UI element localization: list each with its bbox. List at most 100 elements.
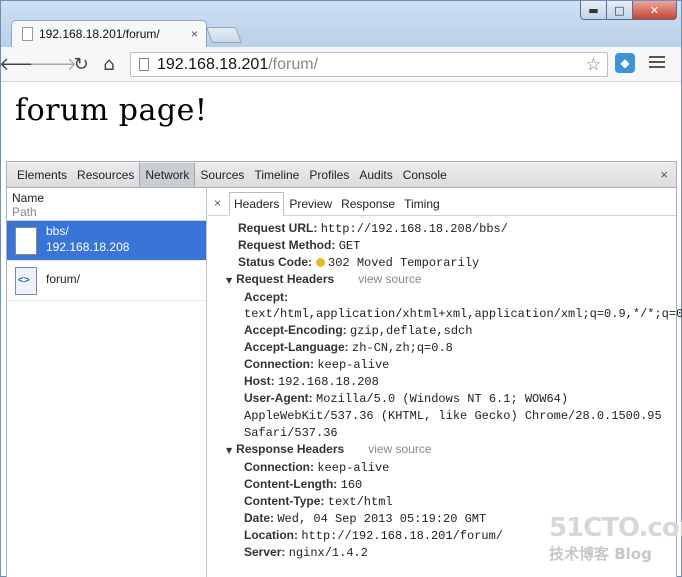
header-value: zh-CN,zh;q=0.8 xyxy=(352,341,453,355)
tab-audits[interactable]: Audits xyxy=(354,163,397,187)
header-value: keep-alive xyxy=(317,358,390,372)
window-controls: ▬ □ ✕ xyxy=(580,1,677,21)
watermark-line2: 技术博客 Blog xyxy=(549,545,652,563)
header-key: User-Agent: xyxy=(244,391,313,405)
tab-timing[interactable]: Timing xyxy=(400,193,444,215)
browser-toolbar: 🡐 🡒 ↻ ⌂ 192.168.18.201/forum/ ☆ ◆ xyxy=(0,47,681,82)
forward-button[interactable]: 🡒 xyxy=(29,51,77,77)
tab-resources[interactable]: Resources xyxy=(72,163,139,187)
request-row[interactable]: bbs/ 192.168.18.208 xyxy=(7,221,206,261)
header-key: Status Code: xyxy=(238,255,313,269)
address-bar[interactable]: 192.168.18.201/forum/ ☆ xyxy=(130,52,608,77)
accept-language-row: Accept-Language: zh-CN,zh;q=0.8 xyxy=(208,339,676,356)
page-content: forum page! xyxy=(1,83,681,161)
header-key: Accept-Language: xyxy=(244,340,349,354)
column-path: Path xyxy=(12,205,37,219)
header-key: Connection: xyxy=(244,357,314,371)
document-icon xyxy=(139,58,149,71)
header-value: nginx/1.4.2 xyxy=(288,546,368,560)
header-key: Content-Length: xyxy=(244,477,338,491)
request-list: Name Path bbs/ 192.168.18.208 forum/ xyxy=(7,188,207,577)
home-button[interactable]: ⌂ xyxy=(96,51,122,77)
tab-sources[interactable]: Sources xyxy=(195,163,249,187)
page-icon xyxy=(22,27,33,41)
view-source-link[interactable]: view source xyxy=(358,272,421,286)
home-icon: ⌂ xyxy=(103,53,115,75)
header-value: 192.168.18.208 xyxy=(278,375,379,389)
header-value: text/html xyxy=(327,495,393,509)
tab-close-button[interactable]: × xyxy=(191,27,198,41)
browser-window: ▬ □ ✕ 192.168.18.201/forum/ × 🡐 🡒 ↻ ⌂ 19… xyxy=(0,0,682,577)
html-file-icon xyxy=(15,266,37,295)
header-key: Location: xyxy=(244,528,298,542)
menu-icon[interactable] xyxy=(649,54,665,70)
minimize-button[interactable]: ▬ xyxy=(580,1,607,20)
devtools-tabbar: Elements Resources Network Sources Timel… xyxy=(7,162,676,188)
response-headers-section[interactable]: ▼ Response Headers view source xyxy=(208,441,676,459)
header-key: Content-Type: xyxy=(244,494,325,508)
header-value: GET xyxy=(338,239,361,253)
header-key: Host: xyxy=(244,374,275,388)
accept-encoding-row: Accept-Encoding: gzip,deflate,sdch xyxy=(208,322,676,339)
expand-triangle-icon: ▼ xyxy=(226,446,233,455)
expand-triangle-icon: ▼ xyxy=(226,276,233,285)
section-title: Response Headers xyxy=(236,442,345,456)
header-key: Connection: xyxy=(244,460,314,474)
tab-response[interactable]: Response xyxy=(337,193,399,215)
reload-icon: ↻ xyxy=(73,53,89,75)
view-source-link[interactable]: view source xyxy=(368,442,431,456)
url-path: /forum/ xyxy=(268,55,319,73)
watermark-logo: 51CTO.com 技术博客 Blog xyxy=(549,513,682,573)
header-key: Accept-Encoding: xyxy=(244,323,347,337)
header-value: gzip,deflate,sdch xyxy=(350,324,473,338)
header-key: Request Method: xyxy=(238,238,336,252)
content-type-row: Content-Type: text/html xyxy=(208,493,676,510)
accept-row: Accept: text/html,application/xhtml+xml,… xyxy=(208,289,682,322)
header-value: keep-alive xyxy=(317,461,390,475)
tab-console[interactable]: Console xyxy=(398,163,452,187)
content-length-row: Content-Length: 160 xyxy=(208,476,676,493)
headers-view: Request URL: http://192.168.18.208/bbs/ … xyxy=(208,216,682,561)
header-value: http://192.168.18.201/forum/ xyxy=(301,529,503,543)
status-dot-icon xyxy=(316,258,326,267)
header-value: 160 xyxy=(340,478,363,492)
header-value: 302 Moved Temporarily xyxy=(328,256,480,270)
header-key: Date: xyxy=(244,511,275,525)
detail-close-button[interactable]: × xyxy=(214,196,221,210)
tab-title: 192.168.18.201/forum/ xyxy=(39,27,160,41)
close-icon: ✕ xyxy=(649,3,660,17)
header-key: Accept: xyxy=(244,290,289,304)
column-name: Name xyxy=(12,191,45,205)
browser-tab[interactable]: 192.168.18.201/forum/ × xyxy=(11,20,207,47)
close-window-button[interactable]: ✕ xyxy=(633,1,677,20)
request-list-header[interactable]: Name Path xyxy=(7,188,206,221)
header-value: Wed, 04 Sep 2013 05:19:20 GMT xyxy=(277,512,487,526)
status-code-row: Status Code: 302 Moved Temporarily xyxy=(208,254,676,271)
request-url-row: Request URL: http://192.168.18.208/bbs/ xyxy=(208,220,676,237)
devtools-close-button[interactable]: × xyxy=(660,167,668,182)
new-tab-button[interactable] xyxy=(206,27,242,43)
connection-row: Connection: keep-alive xyxy=(208,356,676,373)
header-value: http://192.168.18.208/bbs/ xyxy=(320,222,508,236)
tab-timeline[interactable]: Timeline xyxy=(249,163,304,187)
user-agent-row: User-Agent: Mozilla/5.0 (Windows NT 6.1;… xyxy=(208,390,676,441)
request-headers-section[interactable]: ▼ Request Headers view source xyxy=(208,271,676,289)
reload-button[interactable]: ↻ xyxy=(68,51,94,77)
tab-headers[interactable]: Headers xyxy=(229,192,285,216)
title-bar: ▬ □ ✕ 192.168.18.201/forum/ × xyxy=(1,1,681,47)
page-heading: forum page! xyxy=(15,93,208,128)
maximize-button[interactable]: □ xyxy=(607,1,633,20)
extension-icon[interactable]: ◆ xyxy=(615,53,635,73)
tab-preview[interactable]: Preview xyxy=(285,193,336,215)
header-key: Request URL: xyxy=(238,221,318,235)
request-name: forum/ xyxy=(46,271,81,286)
bookmark-star-icon[interactable]: ☆ xyxy=(586,55,601,75)
tab-elements[interactable]: Elements xyxy=(12,163,72,187)
watermark-line1: 51CTO.com xyxy=(549,513,682,543)
tab-network[interactable]: Network xyxy=(139,162,196,187)
file-icon xyxy=(15,226,37,255)
request-row[interactable]: forum/ xyxy=(7,261,206,301)
request-method-row: Request Method: GET xyxy=(208,237,676,254)
tab-profiles[interactable]: Profiles xyxy=(304,163,354,187)
host-row: Host: 192.168.18.208 xyxy=(208,373,676,390)
